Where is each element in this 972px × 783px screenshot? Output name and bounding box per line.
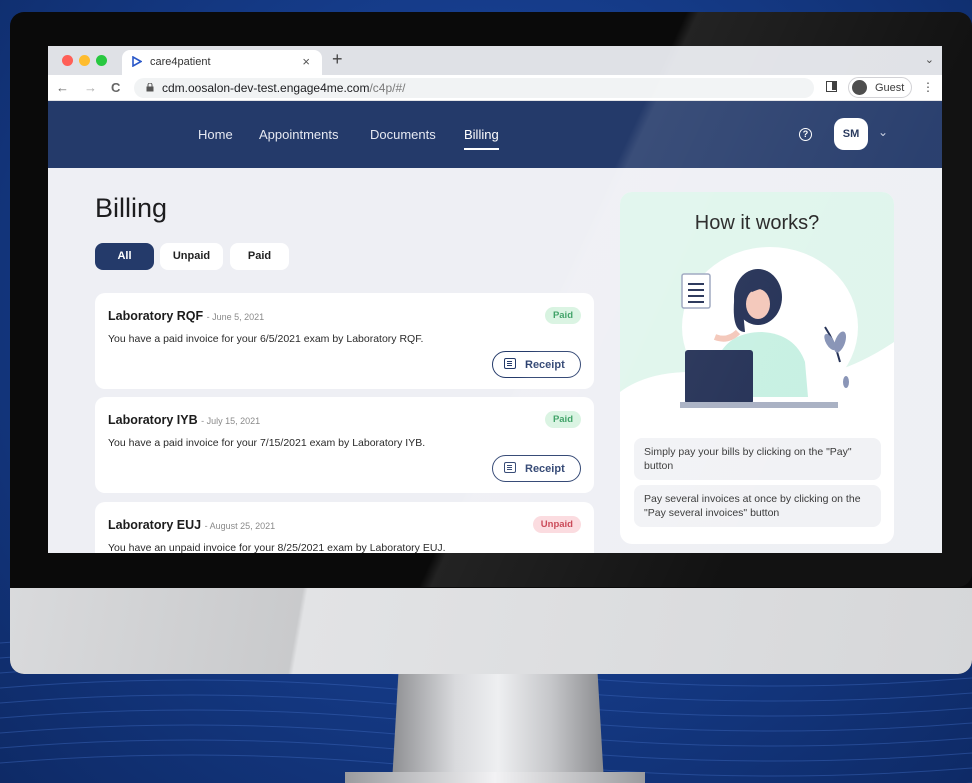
receipt-button[interactable]: Receipt xyxy=(492,455,581,482)
browser-window: care4patient × + ⌄ ← → C cdm.oosalon-dev… xyxy=(48,46,942,553)
filter-unpaid-button[interactable]: Unpaid xyxy=(160,243,223,270)
invoice-lab: Laboratory IYB xyxy=(108,413,198,427)
browser-tab-bar: care4patient × + ⌄ xyxy=(48,46,942,75)
invoice-date: - June 5, 2021 xyxy=(206,312,265,322)
billing-page: Billing All Unpaid Paid Laboratory RQF -… xyxy=(48,168,942,553)
invoice-card[interactable]: Laboratory EUJ - August 25, 2021 Unpaid … xyxy=(95,502,594,553)
invoice-lab: Laboratory RQF xyxy=(108,309,204,323)
invoice-description: You have an unpaid invoice for your 8/25… xyxy=(108,542,446,553)
help-icon[interactable]: ? xyxy=(799,128,812,141)
page-title: Billing xyxy=(95,193,168,223)
nav-documents[interactable]: Documents xyxy=(370,127,436,142)
nav-billing[interactable]: Billing xyxy=(464,127,499,150)
reload-icon[interactable]: C xyxy=(111,80,120,95)
receipt-icon xyxy=(504,462,516,473)
status-badge: Unpaid xyxy=(532,516,581,533)
lock-icon xyxy=(146,83,154,92)
invoice-lab-name: Laboratory EUJ - August 25, 2021 xyxy=(108,518,275,532)
minimize-window-dot[interactable] xyxy=(79,55,90,66)
invoice-lab-name: Laboratory IYB - July 15, 2021 xyxy=(108,413,260,427)
invoice-date: - August 25, 2021 xyxy=(204,521,276,531)
tab-title: care4patient xyxy=(150,56,211,68)
filter-all-button[interactable]: All xyxy=(95,243,154,270)
url-path: /c4p/#/ xyxy=(369,81,406,95)
back-arrow-icon[interactable]: ← xyxy=(56,80,69,95)
tip-pay-button: Simply pay your bills by clicking on the… xyxy=(634,438,881,480)
url-host: cdm.oosalon-dev-test.engage4me.com xyxy=(162,81,370,95)
invoice-date: - July 15, 2021 xyxy=(201,416,261,426)
app-navbar: Home Appointments Documents Billing ? SM… xyxy=(48,101,942,168)
monitor-stand-base xyxy=(345,772,645,783)
nav-home[interactable]: Home xyxy=(198,127,233,142)
url-field[interactable]: cdm.oosalon-dev-test.engage4me.com/c4p/#… xyxy=(134,78,814,98)
browser-menu-icon[interactable]: ⋮ xyxy=(922,80,934,94)
care4patient-favicon-icon xyxy=(132,56,142,67)
how-it-works-panel: How it works? Simply pay your bills by c… xyxy=(620,192,894,544)
profile-button[interactable]: Guest xyxy=(848,77,912,98)
invoice-description: You have a paid invoice for your 7/15/20… xyxy=(108,437,426,449)
forward-arrow-icon[interactable]: → xyxy=(84,80,97,95)
monitor-chin xyxy=(10,588,972,674)
receipt-label: Receipt xyxy=(525,462,565,475)
filter-paid-button[interactable]: Paid xyxy=(230,243,289,270)
status-badge: Paid xyxy=(544,307,581,324)
receipt-label: Receipt xyxy=(525,358,565,371)
tab-search-chevron-icon[interactable]: ⌄ xyxy=(925,53,934,66)
receipt-icon xyxy=(504,358,516,369)
new-tab-button[interactable]: + xyxy=(332,49,343,70)
browser-tab[interactable]: care4patient × xyxy=(122,50,322,75)
nav-appointments[interactable]: Appointments xyxy=(259,127,339,142)
user-avatar[interactable]: SM xyxy=(834,118,868,150)
receipt-button[interactable]: Receipt xyxy=(492,351,581,378)
guest-avatar-icon xyxy=(852,80,867,95)
tip-pay-several: Pay several invoices at once by clicking… xyxy=(634,485,881,527)
invoice-card[interactable]: Laboratory RQF - June 5, 2021 Paid You h… xyxy=(95,293,594,389)
how-it-works-title: How it works? xyxy=(694,212,820,234)
tab-close-icon[interactable]: × xyxy=(302,54,310,69)
side-panel-icon[interactable] xyxy=(826,81,837,92)
profile-label: Guest xyxy=(875,82,905,94)
maximize-window-dot[interactable] xyxy=(96,55,107,66)
invoice-lab: Laboratory EUJ xyxy=(108,518,202,532)
invoice-description: You have a paid invoice for your 6/5/202… xyxy=(108,333,424,345)
monitor-stand xyxy=(392,674,604,783)
account-chevron-down-icon[interactable]: ⌄ xyxy=(878,125,888,139)
close-window-dot[interactable] xyxy=(62,55,73,66)
invoice-lab-name: Laboratory RQF - June 5, 2021 xyxy=(108,309,264,323)
status-badge: Paid xyxy=(544,411,581,428)
invoice-card[interactable]: Laboratory IYB - July 15, 2021 Paid You … xyxy=(95,397,594,493)
address-bar-row: ← → C cdm.oosalon-dev-test.engage4me.com… xyxy=(48,75,942,101)
